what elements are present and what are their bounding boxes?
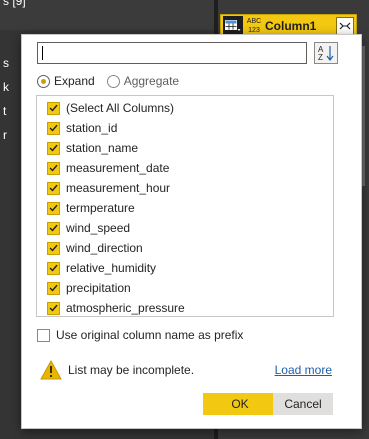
- load-more-link[interactable]: Load more: [275, 363, 332, 377]
- cancel-button[interactable]: Cancel: [273, 393, 333, 415]
- query-item-fragment[interactable]: r: [3, 128, 7, 142]
- expand-columns-icon[interactable]: [336, 17, 354, 35]
- prefix-label: Use original column name as prefix: [56, 328, 244, 342]
- svg-text:Z: Z: [318, 53, 323, 62]
- checkbox[interactable]: [47, 221, 60, 235]
- table-icon[interactable]: [223, 16, 243, 36]
- check-icon: [49, 184, 58, 192]
- expand-radio[interactable]: [37, 74, 50, 88]
- check-icon: [49, 144, 58, 152]
- query-item-fragment[interactable]: s: [3, 56, 9, 70]
- column-label: atmospheric_pressure: [66, 301, 185, 315]
- check-icon: [49, 224, 58, 232]
- sort-az-icon: A Z: [318, 45, 334, 62]
- column-list-item[interactable]: wind_speed: [37, 218, 333, 238]
- column-label: wind_direction: [66, 241, 143, 255]
- check-icon: [49, 204, 58, 212]
- expand-option[interactable]: Expand: [37, 74, 95, 88]
- column-name: Column1: [265, 19, 317, 33]
- checkbox[interactable]: [47, 121, 60, 135]
- prefix-option[interactable]: Use original column name as prefix: [37, 328, 243, 342]
- column-list-item[interactable]: station_name: [37, 138, 333, 158]
- column-label: measurement_hour: [66, 181, 171, 195]
- text-caret: [42, 46, 43, 60]
- column-label: measurement_date: [66, 161, 170, 175]
- check-icon: [49, 164, 58, 172]
- column-list-item[interactable]: relative_humidity: [37, 258, 333, 278]
- prefix-checkbox[interactable]: [37, 328, 50, 342]
- column-label: station_id: [66, 121, 118, 135]
- checkbox[interactable]: [47, 241, 60, 255]
- column-list-item[interactable]: termperature: [37, 198, 333, 218]
- column-list-item[interactable]: station_id: [37, 118, 333, 138]
- query-item-fragment[interactable]: k: [3, 80, 9, 94]
- search-input[interactable]: [37, 42, 307, 64]
- column-list-item[interactable]: wind_direction: [37, 238, 333, 258]
- checkbox[interactable]: [47, 181, 60, 195]
- warning-text: List may be incomplete.: [68, 363, 195, 377]
- column-list-item[interactable]: measurement_hour: [37, 178, 333, 198]
- column-list-item[interactable]: (Select All Columns): [37, 98, 333, 118]
- query-item-fragment[interactable]: t: [3, 104, 6, 118]
- checkbox[interactable]: [47, 101, 60, 115]
- checkbox[interactable]: [47, 141, 60, 155]
- expand-column-popup: A Z Expand Aggregate (Select All Columns…: [21, 34, 362, 429]
- column-label: relative_humidity: [66, 261, 157, 275]
- check-icon: [49, 124, 58, 132]
- column-list-item[interactable]: precipitation: [37, 278, 333, 298]
- aggregate-label: Aggregate: [123, 74, 180, 88]
- checkbox[interactable]: [47, 281, 60, 295]
- column-label: termperature: [66, 201, 135, 215]
- check-icon: [49, 244, 58, 252]
- check-icon: [49, 284, 58, 292]
- column-label: wind_speed: [66, 221, 131, 235]
- checkbox[interactable]: [47, 261, 60, 275]
- checkbox[interactable]: [47, 301, 60, 315]
- column-list[interactable]: (Select All Columns) station_id station_…: [36, 95, 334, 317]
- column-list-item[interactable]: measurement_date: [37, 158, 333, 178]
- warning-icon: [40, 360, 62, 380]
- aggregate-option[interactable]: Aggregate: [106, 74, 180, 88]
- column-type-label: ABC 123: [246, 18, 262, 34]
- checkbox[interactable]: [47, 161, 60, 175]
- expand-label: Expand: [54, 74, 95, 88]
- column-label: station_name: [66, 141, 139, 155]
- query-pane-title: s [9]: [0, 0, 214, 30]
- column-label: (Select All Columns): [66, 101, 175, 115]
- ok-button[interactable]: OK: [203, 393, 277, 415]
- aggregate-radio[interactable]: [106, 74, 120, 88]
- mode-radio-group: Expand Aggregate: [37, 73, 191, 89]
- sort-button[interactable]: A Z: [314, 42, 338, 64]
- column-list-item[interactable]: atmospheric_pressure: [37, 298, 333, 316]
- checkbox[interactable]: [47, 201, 60, 215]
- warning-row: List may be incomplete. Load more: [40, 360, 332, 380]
- check-icon: [49, 104, 58, 112]
- column-label: precipitation: [66, 281, 131, 295]
- check-icon: [49, 304, 58, 312]
- check-icon: [49, 264, 58, 272]
